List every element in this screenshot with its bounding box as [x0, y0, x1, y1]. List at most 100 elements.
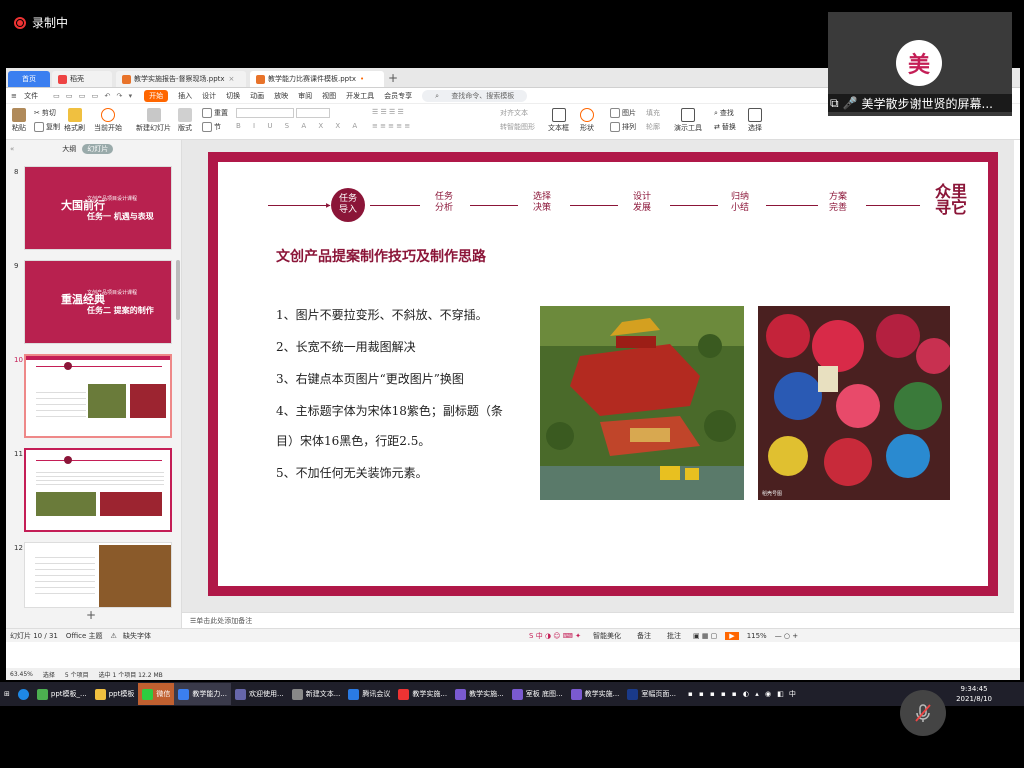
clock[interactable]: 9:34:45 2021/8/10 — [956, 684, 992, 704]
slides-tab[interactable]: 幻灯片 — [82, 144, 114, 154]
search-icon: ⌕ — [435, 91, 440, 100]
notes-bar[interactable]: ☰ 单击此处添加备注 — [182, 612, 1014, 628]
replace-button[interactable]: ⇄ 替换 — [714, 122, 736, 132]
play-from-current-button[interactable]: 当前开始 — [94, 108, 122, 133]
align-buttons[interactable]: ≡ ≡ ≡ ≡ ≡ — [372, 122, 410, 130]
notes-toggle[interactable]: 备注 — [633, 631, 655, 641]
arrange-icon — [610, 122, 620, 132]
arrange-button[interactable]: 排列 — [610, 122, 636, 132]
close-icon[interactable]: × — [229, 75, 235, 83]
new-tab-button[interactable]: + — [388, 71, 398, 85]
menu-insert[interactable]: 插入 — [178, 91, 192, 101]
new-slide-button[interactable]: 新建幻灯片 — [136, 108, 171, 133]
slide-thumbnail-9[interactable]: 重温经典 文创产品项目设计课程 任务二 提案的制作 — [24, 260, 172, 344]
recording-label: 录制中 — [32, 16, 69, 30]
taskbar-app-5[interactable]: 欢迎使用... — [231, 683, 288, 705]
copy-button[interactable]: 复制 — [34, 122, 60, 132]
mute-button[interactable] — [900, 690, 946, 736]
taskbar-app-2[interactable]: ppt模板 — [91, 683, 139, 705]
taskbar-app-8[interactable]: 教学实施... — [394, 683, 451, 705]
system-tray[interactable]: ▪ ▪ ▪ ▪ ▪ ◐ ▴ ◉ ◧ 中 — [684, 683, 802, 705]
menu-review[interactable]: 审阅 — [298, 91, 312, 101]
recording-indicator: 录制中 — [14, 14, 68, 31]
smartart-button[interactable]: 转智能图形 — [500, 122, 535, 132]
menu-transition[interactable]: 切换 — [226, 91, 240, 101]
slide-thumbnail-12[interactable] — [24, 542, 172, 608]
progress-line — [470, 205, 518, 206]
menu-view[interactable]: 视图 — [322, 91, 336, 101]
tab-doc-template[interactable]: 教学能力比赛课件模板.pptx • — [250, 71, 384, 87]
fill-button[interactable]: 填充 — [646, 108, 660, 118]
command-search[interactable]: ⌕ 查找命令、搜索模板 — [422, 89, 528, 102]
search-icon: ⌕ — [714, 108, 718, 117]
font-family-select[interactable] — [236, 108, 330, 118]
find-button[interactable]: ⌕ 查找 — [714, 108, 734, 118]
slide-thumbnail-8[interactable]: 大国前行 文创产品项目设计课程 任务一 机遇与表现 — [24, 166, 172, 250]
shape-button[interactable]: 形状 — [580, 108, 594, 133]
font-size-select[interactable] — [296, 108, 330, 118]
comments-toggle[interactable]: 批注 — [663, 631, 685, 641]
collapse-icon[interactable]: « — [10, 145, 14, 153]
quick-access-icons[interactable]: ▭ ▭ ▭ ▭ ↶ ↷ ▾ — [53, 92, 134, 100]
smart-beautify-button[interactable]: 智能美化 — [589, 631, 625, 641]
menu-slideshow[interactable]: 放映 — [274, 91, 288, 101]
thumb-body: 任务一 机遇与表现 — [87, 211, 154, 221]
select-button[interactable]: 选择 — [748, 108, 762, 133]
taskbar-app-4[interactable]: 教学能力... — [174, 683, 232, 705]
bg-items: 5 个项目 — [64, 671, 89, 679]
zoom-slider[interactable]: — ○ + — [775, 632, 798, 640]
layout-button[interactable]: 版式 — [178, 108, 192, 133]
presentation-tools-button[interactable]: 演示工具 — [674, 108, 702, 133]
slide-thumbnail-10[interactable] — [24, 354, 172, 438]
outline-button[interactable]: 轮廓 — [646, 122, 660, 132]
align-text-button[interactable]: 对齐文本 — [500, 108, 528, 118]
new-slide-label: 新建幻灯片 — [136, 124, 171, 132]
cut-button[interactable]: ✂ 剪切 — [34, 108, 56, 118]
tab-docer[interactable]: 稻壳 — [52, 71, 112, 87]
close-icon[interactable]: • — [360, 75, 364, 83]
paste-button[interactable]: 粘贴 — [12, 108, 26, 133]
bg-select: 选择 — [42, 671, 55, 679]
menu-start[interactable]: 开始 — [144, 89, 169, 102]
menu-developer[interactable]: 开发工具 — [346, 91, 374, 101]
lanterns-photo[interactable]: 稻壳号图 — [758, 306, 950, 500]
zoom-level[interactable]: 115% — [747, 632, 767, 640]
slide-thumbnail-11[interactable] — [24, 448, 172, 532]
taskbar-app-12[interactable]: 室幅页面... — [623, 683, 680, 705]
taskbar-app-1[interactable]: ppt模板_... — [33, 683, 91, 705]
add-slide-button[interactable]: + — [86, 608, 96, 622]
taskbar-app-7[interactable]: 腾讯会议 — [344, 683, 394, 705]
textbox-button[interactable]: 文本框 — [548, 108, 569, 133]
tab-home[interactable]: 首页 — [8, 71, 50, 87]
menu-file[interactable]: ≡ 文件 — [11, 91, 43, 101]
missing-font-button[interactable]: ⚠ 缺失字体 — [111, 631, 156, 641]
start-button[interactable]: ⊞ — [0, 683, 14, 705]
slide-canvas[interactable]: ▶ 任务 导入 任务 分析 选择 决策 设计 发展 归纳 小结 方案 完善 众里 寻它 文创产… — [208, 152, 998, 596]
section-button[interactable]: 节 — [202, 122, 221, 132]
menu-design[interactable]: 设计 — [202, 91, 216, 101]
taskbar-app-3[interactable]: 微信 — [138, 683, 175, 705]
taskbar-app-10[interactable]: 室板 底图... — [508, 683, 567, 705]
palace-photo[interactable] — [540, 306, 744, 500]
thumbnail-scrollbar[interactable] — [176, 260, 180, 320]
taskbar-app-9[interactable]: 教学实施... — [451, 683, 508, 705]
view-buttons[interactable]: ▣ ▦ ▢ — [693, 632, 717, 640]
format-painter-button[interactable]: 格式刷 — [64, 108, 85, 133]
menu-member[interactable]: 会员专享 — [384, 91, 412, 101]
outline-tab[interactable]: 大纲 — [62, 144, 76, 154]
tab-doc-report[interactable]: 教学实施报告-督察现场.pptx × — [116, 71, 246, 87]
thumb-body: 任务二 提案的制作 — [87, 305, 154, 315]
picture-button[interactable]: 图片 — [610, 108, 636, 118]
taskbar-app-label: ppt模板_... — [50, 690, 87, 698]
reset-button[interactable]: 重置 — [202, 108, 228, 118]
taskbar-app-6[interactable]: 新建文本... — [288, 683, 345, 705]
edge-button[interactable] — [14, 683, 33, 705]
docer-icon — [58, 74, 67, 84]
font-style-buttons[interactable]: B I U S A X X A — [236, 122, 362, 130]
input-method-icons[interactable]: S 中 ◑ ☺ ⌨ ✦ — [529, 631, 581, 641]
play-button[interactable]: ▶ — [725, 631, 739, 640]
menu-animation[interactable]: 动画 — [250, 91, 264, 101]
list-buttons[interactable]: ☰ ☰ ☰ ☰ — [372, 108, 404, 116]
taskbar-app-11[interactable]: 教学实施... — [567, 683, 624, 705]
slide-counter: 幻灯片 10 / 31 — [10, 631, 58, 640]
